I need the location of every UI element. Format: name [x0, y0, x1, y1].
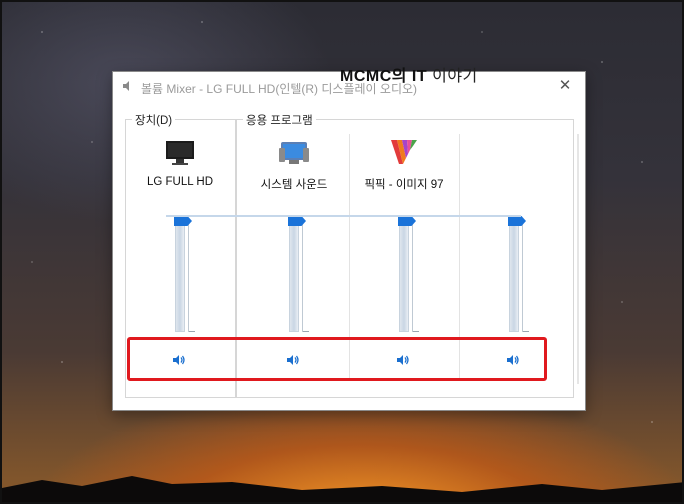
close-button[interactable]: ✕ [545, 72, 585, 102]
volume-slider-track[interactable] [175, 218, 185, 332]
volume-slider-track[interactable] [399, 218, 409, 332]
watermark-tail: 이야기 [427, 68, 478, 85]
channel-name: LG FULL HD [146, 176, 214, 188]
scrollbar[interactable] [577, 134, 579, 384]
watermark-brand: MCMC의 IT [340, 68, 428, 85]
monitor-icon [166, 141, 194, 165]
slider-ticks [302, 218, 310, 332]
speaker-icon [123, 81, 129, 91]
slider-ticks [188, 218, 196, 332]
channel-name: 시스템 사운드 [260, 179, 328, 191]
slider-link-line [166, 215, 521, 217]
applications-group-label: 응용 프로그램 [243, 112, 316, 128]
mountain-silhouette [2, 476, 682, 502]
channel-name: 픽픽 - 이미지 97 [364, 179, 444, 191]
slider-ticks [522, 218, 530, 332]
blog-watermark: MCMC의 IT 이야기 [340, 62, 478, 86]
picpick-icon [391, 140, 417, 164]
volume-slider-track[interactable] [509, 218, 519, 332]
system-sounds-icon [279, 142, 309, 164]
volume-slider-track[interactable] [289, 218, 299, 332]
device-group-label: 장치(D) [132, 112, 176, 128]
mute-buttons-highlight-box [127, 337, 547, 381]
slider-ticks [412, 218, 420, 332]
close-icon: ✕ [558, 77, 572, 94]
